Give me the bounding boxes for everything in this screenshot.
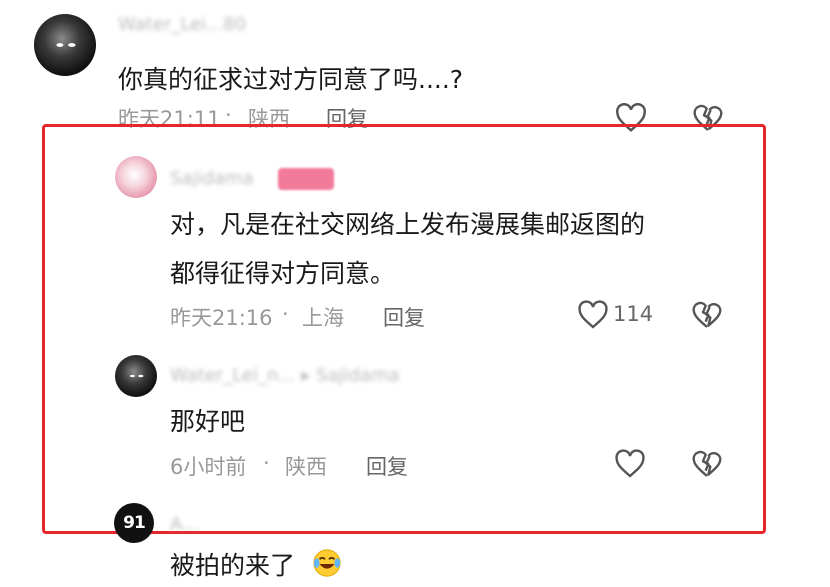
avatar[interactable] bbox=[115, 156, 157, 198]
avatar[interactable]: 91 bbox=[114, 503, 154, 543]
laughing-crying-emoji bbox=[313, 549, 341, 577]
comment-text: 被拍的来了 bbox=[170, 551, 296, 580]
comment-time: 昨天21:16 bbox=[170, 306, 273, 330]
heart-icon[interactable] bbox=[614, 449, 646, 479]
reply-button[interactable]: 回复 bbox=[383, 302, 425, 332]
comment-text: 那好吧 bbox=[170, 407, 246, 436]
username[interactable]: A... bbox=[170, 514, 199, 535]
avatar[interactable] bbox=[115, 355, 157, 397]
username[interactable]: Water_Lei_n... ▸ Sajidama bbox=[170, 365, 400, 386]
like-count: 114 bbox=[613, 302, 654, 326]
meta-separator: · bbox=[282, 302, 289, 326]
user-badge bbox=[278, 168, 334, 190]
broken-heart-icon[interactable] bbox=[691, 449, 723, 479]
comment-time: 6小时前 bbox=[170, 455, 247, 479]
comment-text: 对，凡是在社交网络上发布漫展集邮返图的 bbox=[170, 210, 646, 239]
username[interactable]: Sajidama bbox=[170, 168, 253, 189]
comment-location: 上海 bbox=[302, 306, 344, 330]
heart-icon[interactable] bbox=[577, 300, 609, 330]
broken-heart-icon[interactable] bbox=[691, 300, 723, 330]
username[interactable]: Water_Lei...80 bbox=[118, 14, 246, 35]
comment-location: 陕西 bbox=[285, 455, 327, 479]
comment-text: 都得征得对方同意。 bbox=[170, 259, 396, 288]
comment-text: 你真的征求过对方同意了吗....? bbox=[118, 65, 464, 94]
reply-button[interactable]: 回复 bbox=[366, 451, 408, 481]
avatar[interactable] bbox=[34, 14, 96, 76]
meta-separator: · bbox=[263, 451, 270, 475]
